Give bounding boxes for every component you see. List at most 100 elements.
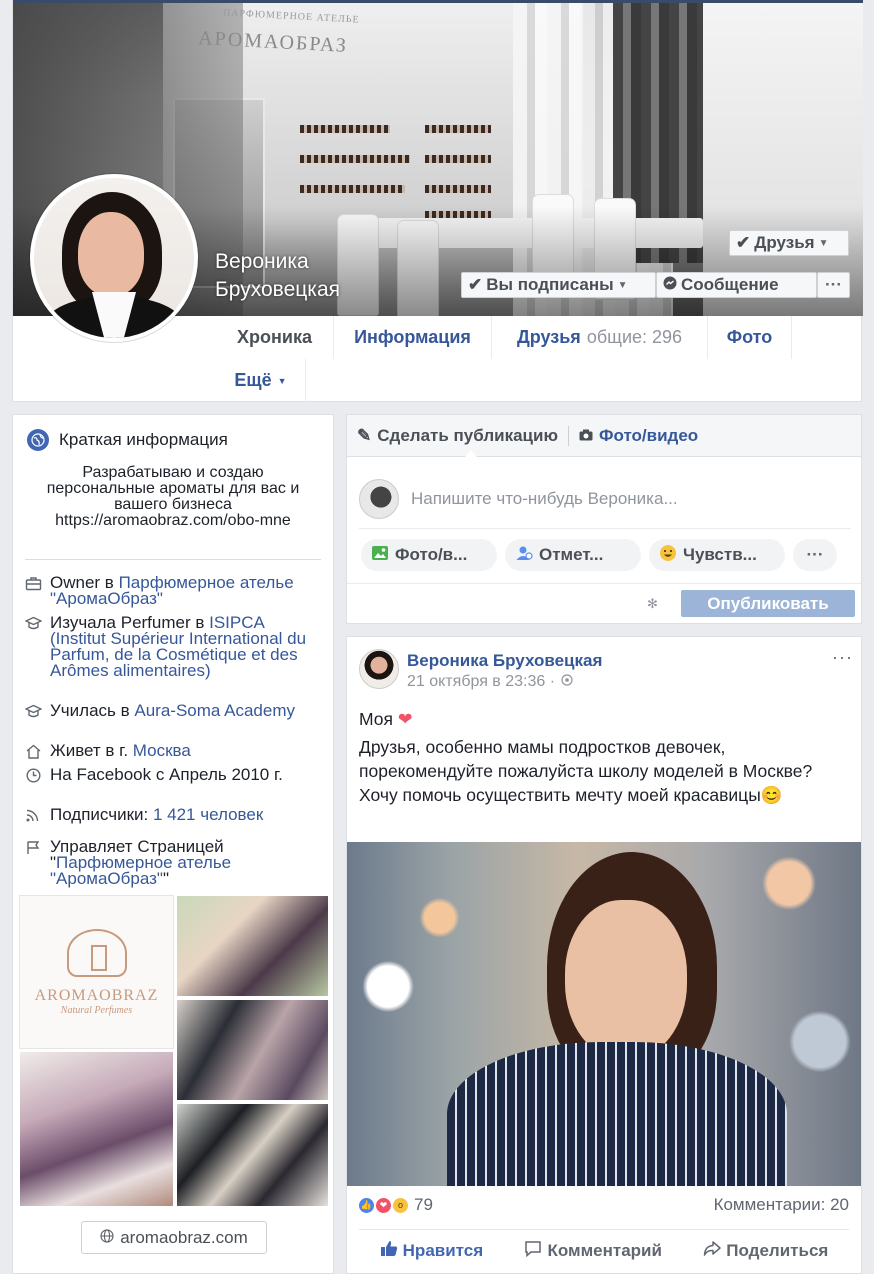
intro-header: Краткая информация [27, 429, 228, 451]
friends-button[interactable]: ✔ Друзья ▼ [729, 230, 849, 256]
like-reaction-icon: 👍 [359, 1197, 374, 1213]
composer-input[interactable]: Напишите что-нибудь Вероника... [359, 469, 851, 529]
caret-down-icon: ▼ [617, 279, 628, 291]
composer-tab-photo[interactable]: Фото/видео [579, 426, 698, 446]
message-button[interactable]: Сообщение [656, 272, 817, 298]
share-icon [703, 1240, 722, 1262]
post-timestamp: 21 октября в 23:36 · [407, 673, 602, 691]
subscribed-button[interactable]: ✔ Вы подписаны ▼ [461, 272, 656, 298]
tab-photos[interactable]: Фото [708, 316, 792, 359]
message-button-label: Сообщение [681, 275, 779, 294]
composer-footer: ✻ Опубликовать [347, 583, 861, 623]
graduation-cap-icon [24, 704, 43, 722]
globe-icon [561, 673, 573, 691]
composer-tab-photo-label: Фото/видео [598, 425, 699, 445]
tab-friends-label: Друзья [516, 327, 581, 347]
love-reaction-icon: ❤ [376, 1197, 391, 1213]
like-button-label: Нравится [402, 1240, 484, 1260]
info-joined: На Facebook с Апрель 2010 г. [25, 765, 321, 786]
like-button[interactable]: Нравится [380, 1240, 484, 1262]
info-lives-link[interactable]: Москва [133, 741, 191, 760]
info-education-2-prefix: Училась в [50, 701, 135, 720]
tag-friends-pill-label: Отмет... [539, 545, 604, 564]
comment-icon [524, 1240, 542, 1262]
pencil-icon: ✎ [357, 425, 372, 445]
info-joined-text: На Facebook с Апрель 2010 г. [50, 765, 283, 784]
post-author[interactable]: Вероника Бруховецкая [407, 649, 602, 673]
info-lives: Живет в г. Москва [25, 741, 321, 762]
info-education-2-link[interactable]: Aura-Soma Academy [134, 701, 295, 720]
composer-tab-post[interactable]: ✎ Сделать публикацию [357, 426, 558, 446]
profile-name[interactable]: Вероника Бруховецкая [215, 248, 415, 304]
briefcase-icon [25, 576, 43, 607]
info-manages: Управляет Страницей "Парфюмерное ателье … [25, 838, 321, 888]
feeling-pill[interactable]: Чувств... [649, 539, 785, 571]
more-options-button[interactable]: ··· [817, 272, 850, 298]
info-lives-prefix: Живет в г. [50, 741, 133, 760]
post-text-first: Моя [359, 709, 393, 729]
reactions-summary[interactable]: 👍 ❤ o 79 [359, 1195, 433, 1215]
tab-timeline[interactable]: Хроника [216, 316, 334, 359]
intro-card: Краткая информация Разрабатываю и создаю… [12, 414, 334, 1274]
post-composer: ✎ Сделать публикацию Фото/видео Напишите… [346, 414, 862, 624]
post-time-text[interactable]: 21 октября в 23:36 · [407, 673, 555, 691]
info-followers: Подписчики: 1 421 человек [25, 805, 321, 826]
more-pill[interactable]: ··· [793, 539, 837, 571]
globe-icon [27, 429, 49, 451]
post-text-line1: Моя ❤ [359, 707, 829, 731]
info-followers-prefix: Подписчики: [50, 805, 153, 824]
globe-icon [100, 1228, 114, 1248]
caret-down-icon: ▼ [818, 237, 829, 249]
photo-thumbnail[interactable] [176, 895, 329, 997]
profile-page: ПАРФЮМЕРНОЕ АТЕЛЬЕ АРОМАОБРАЗ Вероника Б… [0, 0, 874, 1274]
post-actions: Нравится Комментарий Поделиться [359, 1229, 849, 1271]
photo-grid: AROMAOBRAZ Natural Perfumes [19, 895, 329, 1207]
brand-logo-icon [66, 928, 127, 977]
photo-video-pill[interactable]: Фото/в... [361, 539, 497, 571]
info-followers-link[interactable]: 1 421 человек [153, 805, 263, 824]
tag-friends-pill[interactable]: Отмет... [505, 539, 641, 571]
comments-count[interactable]: Комментарии: 20 [714, 1195, 849, 1215]
check-icon: ✔ [468, 275, 483, 294]
info-manages-suffix: " [162, 869, 169, 888]
website-link[interactable]: aromaobraz.com [81, 1221, 267, 1254]
tab-more[interactable]: Ещё ▼ [216, 359, 306, 402]
publish-button[interactable]: Опубликовать [681, 590, 855, 617]
profile-header: ПАРФЮМЕРНОЕ АТЕЛЬЕ АРОМАОБРАЗ Вероника Б… [12, 0, 863, 402]
photo-video-pill-label: Фото/в... [395, 545, 468, 564]
composer-placeholder: Напишите что-нибудь Вероника... [411, 488, 678, 508]
photo-thumbnail[interactable] [176, 1103, 329, 1207]
caret-down-icon: ▼ [277, 375, 287, 386]
post-options-button[interactable]: ··· [832, 647, 853, 668]
avatar[interactable] [359, 649, 399, 689]
check-icon: ✔ [736, 233, 751, 252]
post-body: Друзья, особенно мамы подростков девочек… [359, 737, 813, 805]
friends-button-label: Друзья [754, 233, 815, 252]
photo-thumbnail[interactable] [176, 999, 329, 1101]
comment-button[interactable]: Комментарий [524, 1240, 662, 1262]
gear-icon[interactable]: ✻ [647, 596, 658, 612]
rss-icon [25, 808, 43, 826]
intro-title: Краткая информация [59, 430, 228, 449]
tag-person-icon [515, 545, 533, 566]
tab-about[interactable]: Информация [334, 316, 492, 359]
messenger-icon [663, 275, 677, 295]
profile-picture[interactable] [30, 174, 198, 342]
photo-logo[interactable]: AROMAOBRAZ Natural Perfumes [19, 895, 174, 1049]
tab-more-label: Ещё [234, 370, 272, 390]
tab-friends-mutual: общие: 296 [586, 327, 683, 347]
flag-icon [25, 840, 43, 887]
photo-thumbnail[interactable] [19, 1051, 174, 1207]
logo-subtitle: Natural Perfumes [60, 1004, 133, 1016]
home-icon [25, 744, 43, 762]
tab-friends[interactable]: Друзья общие: 296 [492, 316, 708, 359]
info-manages-link[interactable]: Парфюмерное ателье "АромаОбраз" [50, 853, 231, 888]
post-card: Вероника Бруховецкая 21 октября в 23:36 … [346, 636, 862, 1274]
graduation-cap-icon [24, 616, 43, 679]
feeling-pill-label: Чувств... [683, 545, 757, 564]
share-button[interactable]: Поделиться [703, 1240, 828, 1262]
post-header: Вероника Бруховецкая 21 октября в 23:36 … [359, 649, 602, 691]
post-photo[interactable] [347, 842, 861, 1186]
post-stats: 👍 ❤ o 79 Комментарии: 20 [359, 1195, 849, 1215]
share-button-label: Поделиться [726, 1240, 829, 1260]
